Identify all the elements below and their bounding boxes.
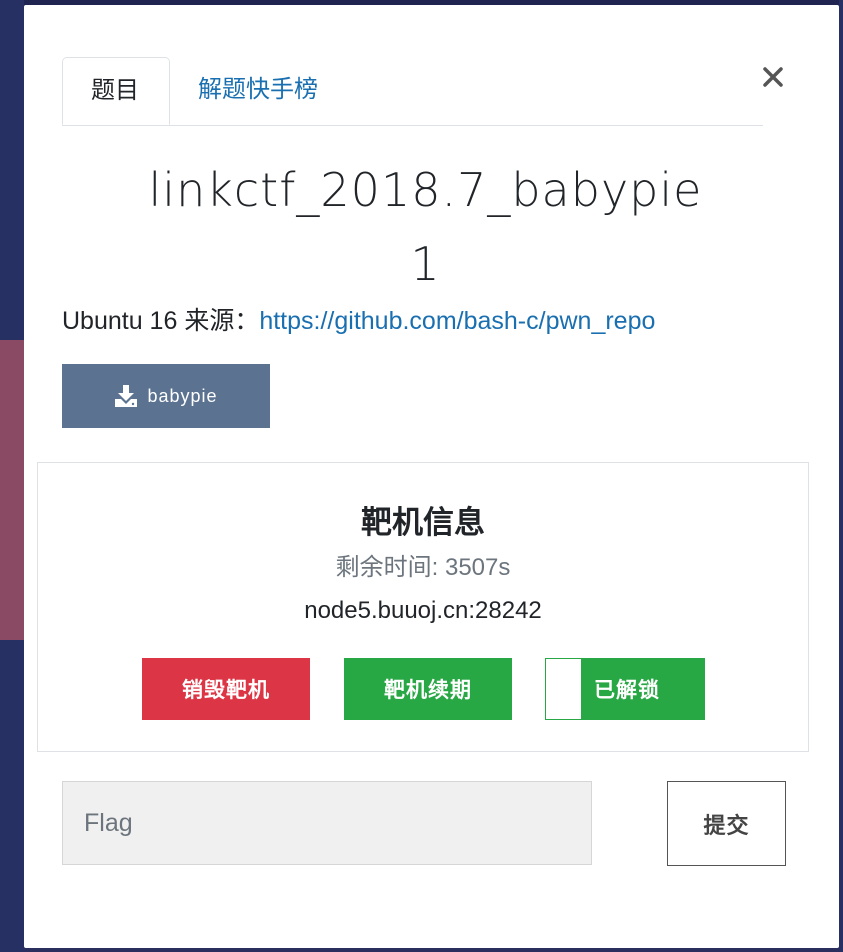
- close-icon: [763, 67, 783, 87]
- challenge-title-line1: linkctf_2018.7_babypie: [148, 163, 703, 217]
- source-prefix: Ubuntu 16 来源：: [62, 307, 260, 335]
- tab-challenge[interactable]: 题目: [62, 57, 170, 125]
- background-left-accent: [0, 340, 24, 640]
- machine-info-title: 靶机信息: [361, 505, 485, 540]
- flag-input[interactable]: [62, 781, 592, 865]
- machine-info-card: 靶机信息 剩余时间: 3507s node5.buuoj.cn:28242 销毁…: [37, 462, 809, 752]
- renew-machine-button[interactable]: 靶机续期: [344, 658, 512, 720]
- source-link[interactable]: https://github.com/bash-c/pwn_repo: [259, 307, 655, 335]
- submit-flag-button[interactable]: 提交: [667, 781, 786, 866]
- destroy-machine-button[interactable]: 销毁靶机: [142, 658, 310, 720]
- tab-leaderboard[interactable]: 解题快手榜: [170, 57, 346, 124]
- challenge-title-line2: 1: [410, 237, 441, 291]
- machine-address: node5.buuoj.cn:28242: [304, 597, 542, 624]
- challenge-title: linkctf_2018.7_babypie 1: [24, 153, 827, 301]
- remaining-time: 剩余时间: 3507s: [38, 547, 808, 582]
- remaining-time-value: 3507s: [444, 554, 511, 581]
- lock-toggle-label: 已解锁: [594, 679, 660, 702]
- challenge-description: Ubuntu 16 来源：https://github.com/bash-c/p…: [62, 301, 655, 337]
- download-icon: [115, 385, 138, 407]
- toggle-knob: [546, 659, 581, 719]
- close-button[interactable]: [759, 63, 787, 91]
- download-attachment-button[interactable]: babypie: [62, 364, 270, 428]
- challenge-modal: 题目 解题快手榜 linkctf_2018.7_babypie 1 Ubuntu…: [24, 5, 839, 948]
- download-label: babypie: [147, 385, 218, 406]
- background-right: [839, 0, 843, 952]
- modal-tabs: 题目 解题快手榜: [62, 57, 763, 126]
- remaining-time-label: 剩余时间:: [335, 554, 445, 581]
- lock-toggle[interactable]: 已解锁: [545, 658, 705, 720]
